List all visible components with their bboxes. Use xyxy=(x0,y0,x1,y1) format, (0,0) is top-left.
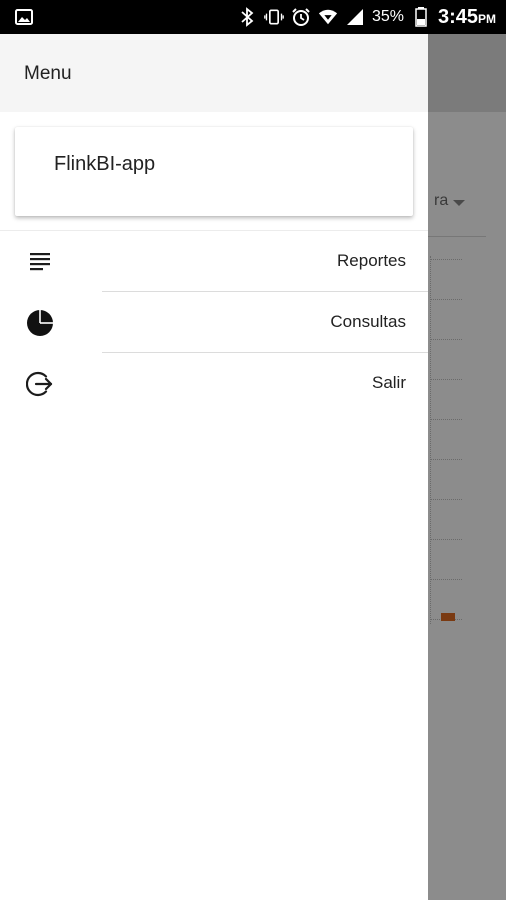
drawer-header: Menu xyxy=(0,34,428,112)
battery-percent: 35% xyxy=(371,8,404,25)
background-chart-bar xyxy=(441,613,455,621)
menu-item-label: Reportes xyxy=(337,251,406,270)
wifi-icon xyxy=(318,7,338,27)
menu-item-consultas[interactable]: Consultas xyxy=(0,292,428,353)
navigation-drawer: Menu FlinkBI-app Reportes Consultas Sali… xyxy=(0,34,428,900)
background-chart-gridline xyxy=(430,379,462,380)
pie-chart-icon xyxy=(26,309,54,337)
menu-item-label: Consultas xyxy=(330,312,406,331)
status-bar: 35% 3:45PM xyxy=(0,0,506,34)
background-chart-gridline xyxy=(430,419,462,420)
clock: 3:45PM xyxy=(438,6,496,29)
drawer-title: Menu xyxy=(24,63,72,84)
background-chart-gridline xyxy=(430,459,462,460)
bluetooth-icon xyxy=(237,7,257,27)
background-chart-gridline xyxy=(430,499,462,500)
background-chart-gridline xyxy=(430,259,462,260)
clock-ampm: PM xyxy=(478,11,496,26)
image-icon xyxy=(14,7,34,27)
app-name: FlinkBI-app xyxy=(54,153,156,175)
menu-item-salir[interactable]: Salir xyxy=(0,353,428,414)
background-chart-gridline xyxy=(430,579,462,580)
app-name-card[interactable]: FlinkBI-app xyxy=(15,127,413,216)
background-chart-gridline xyxy=(430,339,462,340)
alarm-icon xyxy=(291,7,311,27)
caret-down-icon xyxy=(453,200,465,206)
menu-item-label: Salir xyxy=(371,373,406,392)
background-chart-gridline xyxy=(430,539,462,540)
signal-icon xyxy=(345,7,365,27)
menu-item-reportes[interactable]: Reportes xyxy=(0,231,428,292)
vibrate-icon xyxy=(264,7,284,27)
logout-icon xyxy=(26,370,54,398)
clock-time: 3:45 xyxy=(437,5,478,28)
background-chart-gridline xyxy=(430,299,462,300)
background-chart-axis xyxy=(430,256,431,624)
battery-icon xyxy=(411,7,431,27)
list-icon xyxy=(26,248,54,276)
background-dropdown-underline xyxy=(428,236,486,237)
background-dropdown-text: ra xyxy=(434,192,449,209)
